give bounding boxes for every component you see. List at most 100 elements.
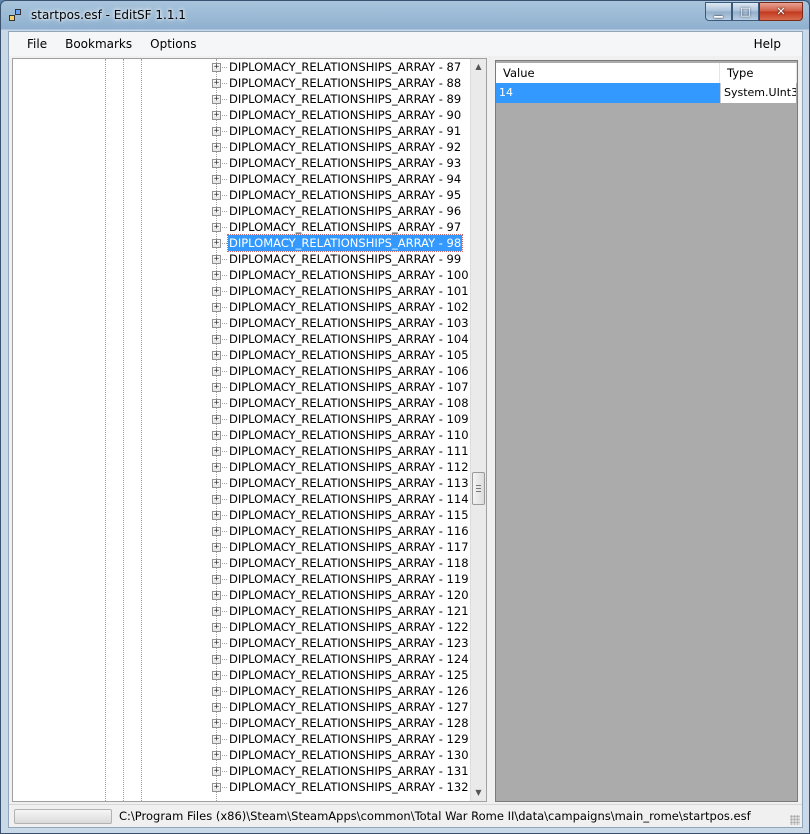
tree-node-label[interactable]: DIPLOMACY_RELATIONSHIPS_ARRAY - 132 <box>228 779 470 795</box>
tree-node[interactable]: + DIPLOMACY_RELATIONSHIPS_ARRAY - 102 <box>13 299 473 315</box>
plus-box-icon[interactable]: + <box>212 127 221 136</box>
tree-node-label[interactable]: DIPLOMACY_RELATIONSHIPS_ARRAY - 105 <box>228 347 470 363</box>
plus-box-icon[interactable]: + <box>212 671 221 680</box>
tree-node[interactable]: + DIPLOMACY_RELATIONSHIPS_ARRAY - 121 <box>13 603 473 619</box>
property-grid[interactable]: Value Type 14 System.UInt32 <box>495 60 798 802</box>
tree-node-label[interactable]: DIPLOMACY_RELATIONSHIPS_ARRAY - 109 <box>228 411 470 427</box>
tree-node-label[interactable]: DIPLOMACY_RELATIONSHIPS_ARRAY - 93 <box>228 155 462 171</box>
tree-node-label[interactable]: DIPLOMACY_RELATIONSHIPS_ARRAY - 119 <box>228 571 470 587</box>
plus-box-icon[interactable]: + <box>212 335 221 344</box>
plus-box-icon[interactable]: + <box>212 271 221 280</box>
tree-node-label[interactable]: DIPLOMACY_RELATIONSHIPS_ARRAY - 113 <box>228 475 470 491</box>
tree-node[interactable]: + DIPLOMACY_RELATIONSHIPS_ARRAY - 130 <box>13 747 473 763</box>
tree-node[interactable]: + DIPLOMACY_RELATIONSHIPS_ARRAY - 104 <box>13 331 473 347</box>
tree-node-label[interactable]: DIPLOMACY_RELATIONSHIPS_ARRAY - 122 <box>228 619 470 635</box>
plus-box-icon[interactable]: + <box>212 303 221 312</box>
tree-node[interactable]: + DIPLOMACY_RELATIONSHIPS_ARRAY - 110 <box>13 427 473 443</box>
tree-node-label[interactable]: DIPLOMACY_RELATIONSHIPS_ARRAY - 97 <box>228 219 462 235</box>
plus-box-icon[interactable]: + <box>212 527 221 536</box>
menu-bookmarks[interactable]: Bookmarks <box>56 32 141 56</box>
tree-node[interactable]: + DIPLOMACY_RELATIONSHIPS_ARRAY - 126 <box>13 683 473 699</box>
plus-box-icon[interactable]: + <box>212 159 221 168</box>
tree-node-label[interactable]: DIPLOMACY_RELATIONSHIPS_ARRAY - 106 <box>228 363 470 379</box>
tree-node[interactable]: + DIPLOMACY_RELATIONSHIPS_ARRAY - 100 <box>13 267 473 283</box>
tree-node-label[interactable]: DIPLOMACY_RELATIONSHIPS_ARRAY - 127 <box>228 699 470 715</box>
tree-node-label[interactable]: DIPLOMACY_RELATIONSHIPS_ARRAY - 91 <box>228 123 462 139</box>
tree-node-label[interactable]: DIPLOMACY_RELATIONSHIPS_ARRAY - 108 <box>228 395 470 411</box>
plus-box-icon[interactable]: + <box>212 63 221 72</box>
maximize-button[interactable]: □ <box>732 2 759 21</box>
tree-node[interactable]: + DIPLOMACY_RELATIONSHIPS_ARRAY - 92 <box>13 139 473 155</box>
minimize-button[interactable]: ▁ <box>705 2 732 21</box>
tree-node[interactable]: + DIPLOMACY_RELATIONSHIPS_ARRAY - 101 <box>13 283 473 299</box>
plus-box-icon[interactable]: + <box>212 191 221 200</box>
plus-box-icon[interactable]: + <box>212 415 221 424</box>
tree-node-label[interactable]: DIPLOMACY_RELATIONSHIPS_ARRAY - 120 <box>228 587 470 603</box>
tree-node-label[interactable]: DIPLOMACY_RELATIONSHIPS_ARRAY - 116 <box>228 523 470 539</box>
plus-box-icon[interactable]: + <box>212 719 221 728</box>
plus-box-icon[interactable]: + <box>212 543 221 552</box>
tree-node[interactable]: + DIPLOMACY_RELATIONSHIPS_ARRAY - 113 <box>13 475 473 491</box>
plus-box-icon[interactable]: + <box>212 431 221 440</box>
plus-box-icon[interactable]: + <box>212 287 221 296</box>
tree-node-label[interactable]: DIPLOMACY_RELATIONSHIPS_ARRAY - 92 <box>228 139 462 155</box>
plus-box-icon[interactable]: + <box>212 479 221 488</box>
tree-node[interactable]: + DIPLOMACY_RELATIONSHIPS_ARRAY - 131 <box>13 763 473 779</box>
tree-node-label[interactable]: DIPLOMACY_RELATIONSHIPS_ARRAY - 104 <box>228 331 470 347</box>
plus-box-icon[interactable]: + <box>212 383 221 392</box>
tree-node[interactable]: + DIPLOMACY_RELATIONSHIPS_ARRAY - 112 <box>13 459 473 475</box>
column-header-type[interactable]: Type <box>720 63 797 83</box>
tree-node[interactable]: + DIPLOMACY_RELATIONSHIPS_ARRAY - 124 <box>13 651 473 667</box>
tree-node-label[interactable]: DIPLOMACY_RELATIONSHIPS_ARRAY - 130 <box>228 747 470 763</box>
plus-box-icon[interactable]: + <box>212 575 221 584</box>
app-window-icon[interactable] <box>9 9 23 23</box>
grid-row[interactable]: 14 System.UInt32 <box>496 83 797 103</box>
plus-box-icon[interactable]: + <box>212 703 221 712</box>
plus-box-icon[interactable]: + <box>212 95 221 104</box>
arrow-down-icon[interactable]: ▼ <box>471 785 486 801</box>
plus-box-icon[interactable]: + <box>212 447 221 456</box>
menu-help[interactable]: Help <box>745 32 790 56</box>
plus-box-icon[interactable]: + <box>212 623 221 632</box>
plus-box-icon[interactable]: + <box>212 319 221 328</box>
tree-node-label[interactable]: DIPLOMACY_RELATIONSHIPS_ARRAY - 99 <box>228 251 462 267</box>
tree-vertical-scrollbar[interactable]: ▲ ▼ <box>470 59 486 801</box>
plus-box-icon[interactable]: + <box>212 463 221 472</box>
tree-node-label[interactable]: DIPLOMACY_RELATIONSHIPS_ARRAY - 114 <box>228 491 470 507</box>
plus-box-icon[interactable]: + <box>212 351 221 360</box>
plus-box-icon[interactable]: + <box>212 111 221 120</box>
tree-node[interactable]: + DIPLOMACY_RELATIONSHIPS_ARRAY - 125 <box>13 667 473 683</box>
plus-box-icon[interactable]: + <box>212 735 221 744</box>
tree-node-label[interactable]: DIPLOMACY_RELATIONSHIPS_ARRAY - 90 <box>228 107 462 123</box>
plus-box-icon[interactable]: + <box>212 367 221 376</box>
arrow-up-icon[interactable]: ▲ <box>471 59 486 75</box>
tree-node[interactable]: + DIPLOMACY_RELATIONSHIPS_ARRAY - 105 <box>13 347 473 363</box>
tree-node[interactable]: + DIPLOMACY_RELATIONSHIPS_ARRAY - 91 <box>13 123 473 139</box>
tree-node-label[interactable]: DIPLOMACY_RELATIONSHIPS_ARRAY - 126 <box>228 683 470 699</box>
column-header-value[interactable]: Value <box>496 63 720 83</box>
plus-box-icon[interactable]: + <box>212 255 221 264</box>
tree-node-label[interactable]: DIPLOMACY_RELATIONSHIPS_ARRAY - 110 <box>228 427 470 443</box>
tree-node-label[interactable]: DIPLOMACY_RELATIONSHIPS_ARRAY - 121 <box>228 603 470 619</box>
tree-node[interactable]: + DIPLOMACY_RELATIONSHIPS_ARRAY - 106 <box>13 363 473 379</box>
plus-box-icon[interactable]: + <box>212 223 221 232</box>
plus-box-icon[interactable]: + <box>212 655 221 664</box>
tree-node[interactable]: + DIPLOMACY_RELATIONSHIPS_ARRAY - 114 <box>13 491 473 507</box>
tree-node[interactable]: + DIPLOMACY_RELATIONSHIPS_ARRAY - 117 <box>13 539 473 555</box>
tree-node-label[interactable]: DIPLOMACY_RELATIONSHIPS_ARRAY - 117 <box>228 539 470 555</box>
plus-box-icon[interactable]: + <box>212 607 221 616</box>
tree-node[interactable]: + DIPLOMACY_RELATIONSHIPS_ARRAY - 89 <box>13 91 473 107</box>
tree-node[interactable]: + DIPLOMACY_RELATIONSHIPS_ARRAY - 116 <box>13 523 473 539</box>
tree-node[interactable]: + DIPLOMACY_RELATIONSHIPS_ARRAY - 107 <box>13 379 473 395</box>
tree-node[interactable]: + DIPLOMACY_RELATIONSHIPS_ARRAY - 109 <box>13 411 473 427</box>
tree-node[interactable]: + DIPLOMACY_RELATIONSHIPS_ARRAY - 98 <box>13 234 473 252</box>
tree-node-label[interactable]: DIPLOMACY_RELATIONSHIPS_ARRAY - 94 <box>228 171 462 187</box>
tree-node[interactable]: + DIPLOMACY_RELATIONSHIPS_ARRAY - 99 <box>13 251 473 267</box>
plus-box-icon[interactable]: + <box>212 175 221 184</box>
title-bar[interactable]: startpos.esf - EditSF 1.1.1 ▁ □ ✕ <box>1 1 809 31</box>
menu-file[interactable]: File <box>18 32 56 56</box>
tree-node-label[interactable]: DIPLOMACY_RELATIONSHIPS_ARRAY - 123 <box>228 635 470 651</box>
tree-node[interactable]: + DIPLOMACY_RELATIONSHIPS_ARRAY - 88 <box>13 75 473 91</box>
tree-node-label[interactable]: DIPLOMACY_RELATIONSHIPS_ARRAY - 101 <box>228 283 470 299</box>
tree-view[interactable]: + DIPLOMACY_RELATIONSHIPS_ARRAY - 87 + DIPL… <box>12 58 487 802</box>
